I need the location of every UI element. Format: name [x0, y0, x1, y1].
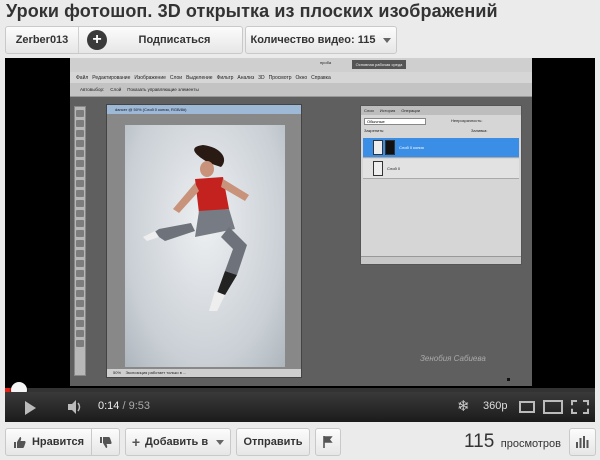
chevron-down-icon [383, 37, 392, 43]
ps-document-title: dancer @ 50% (Слой 0 копия, RGB/8#) [107, 105, 301, 114]
video-title: Уроки фотошоп. 3D открытка из плоских из… [6, 1, 498, 21]
thumbs-down-icon [100, 436, 112, 448]
ps-canvas-image [125, 125, 285, 367]
like-dislike-group: Нравится [5, 428, 120, 456]
ps-layer-select: Слой [110, 87, 122, 92]
ps-menu-item: Просмотр [268, 74, 292, 81]
time-display: 0:14 / 9:53 [98, 400, 150, 412]
player-controls: 0:14 / 9:53 ❄ 360p [5, 392, 595, 422]
large-player-icon[interactable] [543, 400, 563, 414]
quality-button[interactable]: 360p [483, 400, 507, 412]
bar-chart-icon [576, 436, 589, 448]
play-icon[interactable] [25, 401, 36, 415]
ps-blend-mode: Обычные [364, 118, 426, 125]
thumbs-up-icon [13, 436, 26, 448]
ps-menu-item: Файл [76, 74, 89, 81]
video-count-dropdown[interactable]: Количество видео: 115 [245, 26, 397, 54]
channel-separator [78, 27, 79, 53]
volume-icon[interactable] [67, 400, 83, 414]
duration: / 9:53 [122, 400, 151, 412]
snowflake-icon[interactable]: ❄ [457, 397, 470, 415]
ps-workspace-small: проба [320, 60, 332, 65]
ps-workspace-label: Основная рабочая среда [352, 60, 406, 69]
ps-document-status: 50% Экспозиция работает только в ... [107, 369, 301, 377]
view-count-number: 115 [464, 431, 495, 452]
ps-menu-item: Изображение [134, 74, 166, 81]
ps-show-controls-label: Показать управляющие элементы [127, 87, 199, 92]
ps-app-bar: проба Основная рабочая среда [70, 58, 532, 72]
fullscreen-icon[interactable] [571, 400, 589, 414]
stats-button[interactable] [569, 428, 596, 456]
subscribe-button[interactable]: Подписаться [107, 34, 242, 46]
ps-tab-layers: Слои [364, 108, 374, 113]
ps-panel-tabs: Слои История Операции [361, 106, 521, 115]
ps-tab-history: История [379, 108, 396, 113]
ps-layer-row: Слой 0 [363, 159, 519, 179]
ps-document-window: dancer @ 50% (Слой 0 копия, RGB/8#) 50% … [106, 104, 302, 378]
layer-mask-thumbnail [385, 140, 395, 155]
plus-icon: + [131, 434, 141, 450]
dancer-figure [143, 145, 249, 311]
small-player-icon[interactable] [519, 401, 535, 413]
add-to-label: Добавить в [145, 436, 209, 448]
ps-menu-item: Фильтр [216, 74, 234, 81]
watermark-logo: Зенобия Сабиева [420, 354, 486, 363]
ps-opacity-label: Непрозрачность: [451, 118, 483, 123]
ps-zoom-value: 50% [113, 370, 122, 375]
mouse-cursor [507, 378, 510, 381]
ps-status-text: Экспозиция работает только в ... [125, 370, 187, 375]
ps-menu-item: Выделение [186, 74, 213, 81]
ps-lock-label: Закрепить: [364, 128, 385, 133]
ps-menu-item: Справка [311, 74, 331, 81]
ps-toolbox [74, 106, 86, 376]
ps-options-bar: Автовыбор: Слой Показать управляющие эле… [70, 83, 532, 97]
channel-bar: Zerber013 + Подписаться [5, 26, 243, 54]
ps-menu-bar: Файл Редактирование Изображение Слои Выд… [70, 72, 532, 83]
flag-icon [323, 436, 333, 448]
ps-autoselect-label: Автовыбор: [80, 87, 105, 92]
current-time: 0:14 [98, 400, 120, 412]
ps-menu-item: Слои [169, 74, 183, 81]
layer-thumbnail [373, 140, 383, 155]
add-to-button[interactable]: + Добавить в [125, 428, 231, 456]
video-page: Уроки фотошоп. 3D открытка из плоских из… [0, 0, 600, 460]
ps-layer-name: Слой 0 копия [399, 145, 424, 150]
video-count-label: Количество видео: 115 [250, 34, 376, 46]
ps-menu-item: Окно [295, 74, 308, 81]
dislike-button[interactable] [92, 436, 119, 449]
ps-menu-item: Редактирование [92, 74, 131, 81]
video-player[interactable]: проба Основная рабочая среда Файл Редакт… [5, 58, 595, 422]
ps-layer-name: Слой 0 [387, 166, 401, 171]
view-count-label: просмотров [500, 438, 561, 450]
ps-layer-row: Слой 0 копия [363, 138, 519, 158]
view-count: 115 просмотров [464, 431, 561, 453]
ps-tab-actions: Операции [401, 108, 420, 113]
flag-button[interactable] [315, 428, 341, 456]
layer-thumbnail [373, 161, 383, 176]
ps-fill-label: Заливка: [471, 128, 488, 133]
ps-menu-item: Анализ [237, 74, 255, 81]
ps-layers-panel: Слои История Операции Обычные Непрозрачн… [360, 105, 522, 265]
ps-menu-item: 3D [258, 74, 265, 81]
share-button[interactable]: Отправить [236, 428, 310, 456]
channel-name-link[interactable]: Zerber013 [6, 34, 78, 46]
like-button[interactable]: Нравится [6, 429, 92, 455]
like-label: Нравится [31, 436, 85, 448]
chevron-down-icon [216, 439, 225, 445]
plus-icon[interactable]: + [87, 30, 107, 50]
ps-layers-footer [361, 256, 521, 264]
video-frame[interactable]: проба Основная рабочая среда Файл Редакт… [70, 58, 532, 386]
